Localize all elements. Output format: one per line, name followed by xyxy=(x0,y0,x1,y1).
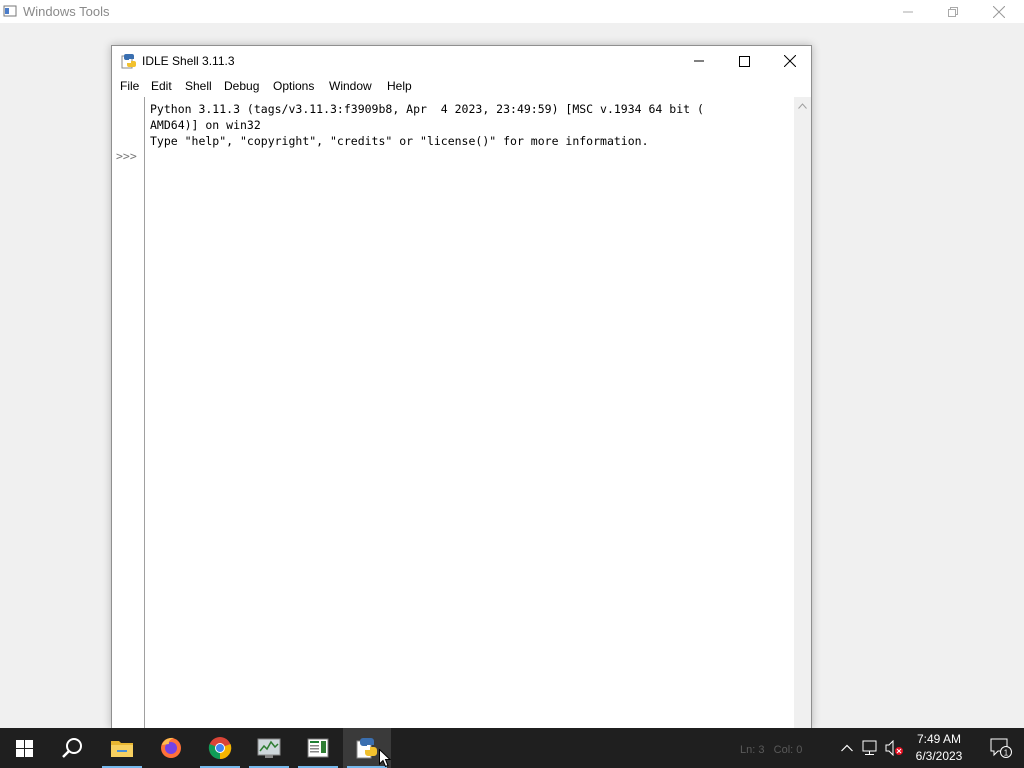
python-idle-icon xyxy=(121,53,137,69)
chevron-up-icon xyxy=(798,102,807,109)
taskbar-firefox[interactable] xyxy=(147,728,195,768)
shell-output[interactable]: Python 3.11.3 (tags/v3.11.3:f3909b8, Apr… xyxy=(150,101,704,149)
prompt-gutter: >>> xyxy=(112,97,145,729)
taskbar-clock[interactable]: 7:49 AM 6/3/2023 xyxy=(904,731,974,765)
windows-logo-icon xyxy=(15,739,33,757)
window-title: IDLE Shell 3.11.3 xyxy=(142,54,235,68)
menu-help[interactable]: Help xyxy=(384,79,415,93)
shell-prompt: >>> xyxy=(116,149,137,163)
close-icon xyxy=(784,55,796,67)
idle-titlebar[interactable]: IDLE Shell 3.11.3 xyxy=(112,46,811,76)
document-icon xyxy=(307,738,329,758)
show-hidden-icons-button[interactable] xyxy=(836,728,858,768)
background-close-button[interactable] xyxy=(976,0,1022,23)
taskbar-file-explorer[interactable] xyxy=(98,728,146,768)
background-minimize-button[interactable] xyxy=(885,0,931,23)
maximize-button[interactable] xyxy=(721,46,767,76)
menu-window[interactable]: Window xyxy=(326,79,375,93)
minimize-icon xyxy=(694,60,704,62)
mouse-cursor-icon xyxy=(379,749,391,768)
menu-bar: File Edit Shell Debug Options Window Hel… xyxy=(112,76,811,96)
shell-editor[interactable]: >>> Python 3.11.3 (tags/v3.11.3:f3909b8,… xyxy=(112,97,796,729)
menu-file[interactable]: File xyxy=(117,79,142,93)
python-icon xyxy=(356,738,377,759)
start-button[interactable] xyxy=(0,728,48,768)
chrome-icon xyxy=(208,737,232,760)
clock-date: 6/3/2023 xyxy=(915,749,963,763)
minimize-button[interactable] xyxy=(676,46,722,76)
taskbar-chrome[interactable] xyxy=(196,728,244,768)
volume-muted-icon xyxy=(885,740,903,756)
menu-shell[interactable]: Shell xyxy=(182,79,215,93)
search-button[interactable] xyxy=(48,728,96,768)
search-icon xyxy=(62,738,82,758)
status-line-column: Ln: 3 Col: 0 xyxy=(740,744,803,756)
notification-icon: 1 xyxy=(990,738,1012,758)
taskbar-performance-monitor[interactable] xyxy=(245,728,293,768)
windows-tools-icon xyxy=(3,4,17,18)
menu-debug[interactable]: Debug xyxy=(221,79,262,93)
menu-edit[interactable]: Edit xyxy=(148,79,175,93)
firefox-icon xyxy=(161,737,181,758)
performance-monitor-icon xyxy=(257,738,281,758)
background-restore-button[interactable] xyxy=(930,0,976,23)
background-window-titlebar: Windows Tools xyxy=(0,0,1024,23)
folder-icon xyxy=(111,741,133,757)
network-button[interactable] xyxy=(860,728,882,768)
close-button[interactable] xyxy=(767,46,813,76)
restore-icon xyxy=(948,6,958,17)
maximize-icon xyxy=(738,55,750,67)
vertical-scrollbar[interactable] xyxy=(794,97,811,729)
menu-options[interactable]: Options xyxy=(270,79,317,93)
network-icon xyxy=(862,740,877,755)
notification-count: 1 xyxy=(1004,749,1009,758)
taskbar: Ln: 3 Col: 0 7:49 AM 6/3/2023 1 xyxy=(0,728,1024,768)
taskbar-document-app[interactable] xyxy=(294,728,342,768)
close-icon xyxy=(993,5,1005,18)
minimize-icon xyxy=(903,11,913,12)
idle-shell-window: IDLE Shell 3.11.3 File Edit Shell Debug … xyxy=(111,45,812,729)
background-window-title: Windows Tools xyxy=(23,4,110,19)
chevron-up-icon xyxy=(841,744,853,752)
clock-time: 7:49 AM xyxy=(916,732,962,746)
scroll-up-button[interactable] xyxy=(794,97,811,114)
volume-button[interactable] xyxy=(884,728,906,768)
action-center-button[interactable]: 1 xyxy=(978,728,1024,768)
